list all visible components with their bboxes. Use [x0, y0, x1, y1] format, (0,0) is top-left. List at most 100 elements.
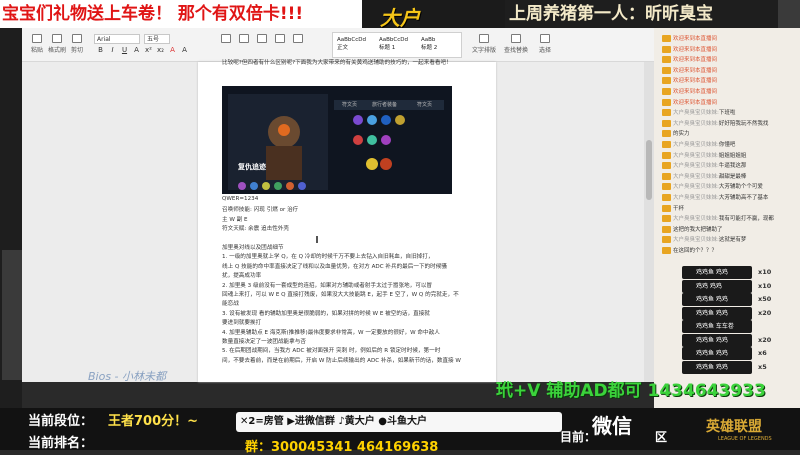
- cut-button[interactable]: 剪切: [68, 32, 86, 58]
- image-caption: 复仇追迹: [238, 163, 266, 171]
- chat-message: 欢迎来到本直播间: [662, 34, 794, 43]
- chat-username[interactable]: 大户臭臭宝贝妹妹:: [673, 195, 719, 201]
- gift-notification: 鸡鸡鱼 鸡鸡 x20: [682, 333, 771, 347]
- style-heading-2[interactable]: AaBb 标题 2: [419, 35, 461, 55]
- chat-message: 欢迎来到本直播间: [662, 66, 794, 75]
- chat-username[interactable]: 大户臭臭宝贝妹妹:: [673, 174, 719, 180]
- find-replace-button[interactable]: 查找替换: [502, 32, 530, 58]
- lol-logo: 英雄联盟: [706, 419, 762, 435]
- level-badge: [662, 66, 671, 74]
- gift-name: 鸡鸡鱼 鸡鸡: [696, 296, 728, 303]
- level-badge: [662, 35, 671, 42]
- image-tab-3: 符文页: [417, 102, 433, 108]
- list-icon[interactable]: [274, 34, 285, 43]
- search-icon: [511, 34, 521, 43]
- level-badge: [662, 247, 671, 254]
- gift-count: x5: [758, 362, 767, 371]
- gift-name: 鸡鸡鱼 鸡鸡: [696, 350, 728, 357]
- style-heading-1[interactable]: AaBbCcDd 标题 1: [377, 35, 419, 55]
- vertical-scrollbar[interactable]: [644, 62, 654, 382]
- chat-message: 在这回的个？？？: [662, 246, 794, 255]
- chat-username[interactable]: 大户臭臭宝贝妹妹:: [673, 142, 719, 148]
- chat-username[interactable]: 大户臭臭宝贝妹妹:: [673, 121, 719, 127]
- chat-message: 欢迎来到本直播间: [662, 45, 794, 54]
- chat-message: 大户臭臭宝贝妹妹:甜甜是最棒: [662, 172, 794, 181]
- format-painter-button[interactable]: 格式刷: [48, 32, 66, 58]
- gift-count: x50: [758, 295, 772, 303]
- indent-icon[interactable]: [292, 34, 303, 43]
- font-color-button[interactable]: A: [132, 46, 141, 54]
- chat-username[interactable]: 大户臭臭宝贝妹妹:: [673, 163, 719, 169]
- watermark: Bios - 小林未都: [88, 370, 167, 383]
- contact-banner: 玳+V 辅助AD都可 1434643933: [496, 381, 766, 401]
- align-left-icon[interactable]: [221, 34, 232, 43]
- chat-message: 的实力: [662, 129, 794, 138]
- gift-notification: 鸡鸡鱼 车车卷: [682, 320, 752, 333]
- style-normal[interactable]: AaBbCcDd 正文: [335, 35, 377, 55]
- font-size-select[interactable]: 五号: [144, 34, 170, 44]
- align-center-icon[interactable]: [239, 34, 250, 43]
- chat-text: 干杯: [673, 205, 685, 212]
- subscript-button[interactable]: x₂: [156, 46, 165, 54]
- gift-name: 鸡鸡鱼 鸡鸡: [696, 309, 728, 317]
- text-layout-button[interactable]: 文字排版: [470, 32, 498, 58]
- gift-name: 鸡鸡鱼 车车卷: [696, 323, 734, 330]
- level-badge: [662, 204, 671, 212]
- level-badge: [662, 119, 671, 127]
- chat-username[interactable]: 大户臭臭宝贝妹妹:: [673, 153, 719, 159]
- level-badge: [662, 45, 671, 53]
- chat-username[interactable]: 大户臭臭宝贝妹妹:: [673, 237, 719, 243]
- chat-text: 欢迎来到本直播间: [673, 67, 718, 74]
- gift-count: x6: [758, 349, 767, 357]
- streamer-logo: 大户: [380, 6, 420, 30]
- superscript-button[interactable]: x²: [144, 46, 153, 54]
- chat-username[interactable]: 大户臭臭宝贝妹妹:: [673, 110, 719, 116]
- gift-notification: 鸡鸡 鸡鸡 x10: [682, 279, 771, 293]
- bold-button[interactable]: B: [96, 46, 105, 54]
- highlight-button[interactable]: A: [168, 46, 177, 54]
- chat-text: 好好陪我玩不然我找: [718, 120, 769, 127]
- clear-format-button[interactable]: A: [180, 46, 189, 54]
- lol-logo-subtitle: LEAGUE OF LEGENDS: [718, 436, 772, 442]
- document-line: 召唤师技能: 闪现 引燃 or 治疗: [222, 207, 299, 214]
- chat-text: 甜甜是最棒: [718, 173, 747, 180]
- level-badge: [662, 194, 671, 201]
- text-layout-icon: [479, 34, 489, 43]
- gift-name: 鸡鸡鱼 鸡鸡: [696, 363, 728, 371]
- level-badge: [662, 151, 671, 159]
- current-label: 目前：: [560, 430, 597, 444]
- chat-username[interactable]: 大户臭臭宝贝妹妹:: [673, 184, 719, 190]
- select-button[interactable]: 选择: [534, 32, 556, 58]
- document-line: 要进到就要挨打: [222, 320, 262, 327]
- gift-count: x20: [758, 335, 772, 344]
- align-right-icon[interactable]: [257, 34, 267, 43]
- font-name-select[interactable]: Arial: [94, 34, 140, 44]
- chat-text: 你懂吧: [718, 142, 736, 148]
- scrollbar-thumb[interactable]: [646, 140, 652, 200]
- gift-notification: 鸡鸡鱼 鸡鸡 x5: [682, 360, 767, 374]
- chat-text: 欢迎来到本直播间: [673, 78, 718, 85]
- top-right-banner: 上周养猪第一人：昕昕臭宝: [505, 0, 800, 28]
- gift-name: 鸡鸡鱼 鸡鸡: [696, 269, 728, 276]
- document-line: 能恋战: [222, 301, 239, 308]
- level-badge: [662, 98, 671, 106]
- chat-text: 大芳辅助个个可爱: [718, 184, 763, 191]
- document-line: 加里奥对线以及团战细节: [222, 245, 284, 251]
- chat-message: 欢迎来到本直播间: [662, 76, 794, 85]
- chat-message: 大户臭臭宝贝妹妹:姐姐姐姐姐: [662, 151, 794, 160]
- select-icon: [540, 34, 550, 43]
- document-line: 间，不要去着前，而是在前期后，开启 W 防止后续输出的 ADC 补杀，如果新节的…: [222, 357, 461, 364]
- chat-message: 欢迎来到本直播间: [662, 87, 794, 96]
- chat-username[interactable]: 大户臭臭宝贝妹妹:: [673, 216, 719, 222]
- italic-button[interactable]: I: [108, 46, 117, 54]
- document-line: 5. 在后期团战期间，当我方 ADC 被对面强开 突刺 时，例如后的 R 锁定时…: [222, 348, 441, 355]
- rank-label: 当前段位：: [28, 414, 94, 429]
- gift-notification: 鸡鸡鱼 鸡鸡 x10: [682, 266, 771, 279]
- paste-button[interactable]: 粘贴: [28, 32, 46, 58]
- chat-text: 牛逼我这那: [718, 163, 747, 170]
- document-body[interactable]: QWER=1234 召唤师技能: 闪现 引燃 or 治疗主 W 副 E 符文天赋: …: [198, 196, 496, 376]
- rank-now-label: 当前排名：: [28, 436, 94, 451]
- document-line: 符文天赋: 余震 追击性外壳: [222, 226, 289, 233]
- level-badge: [662, 172, 671, 180]
- underline-button[interactable]: U: [120, 46, 129, 54]
